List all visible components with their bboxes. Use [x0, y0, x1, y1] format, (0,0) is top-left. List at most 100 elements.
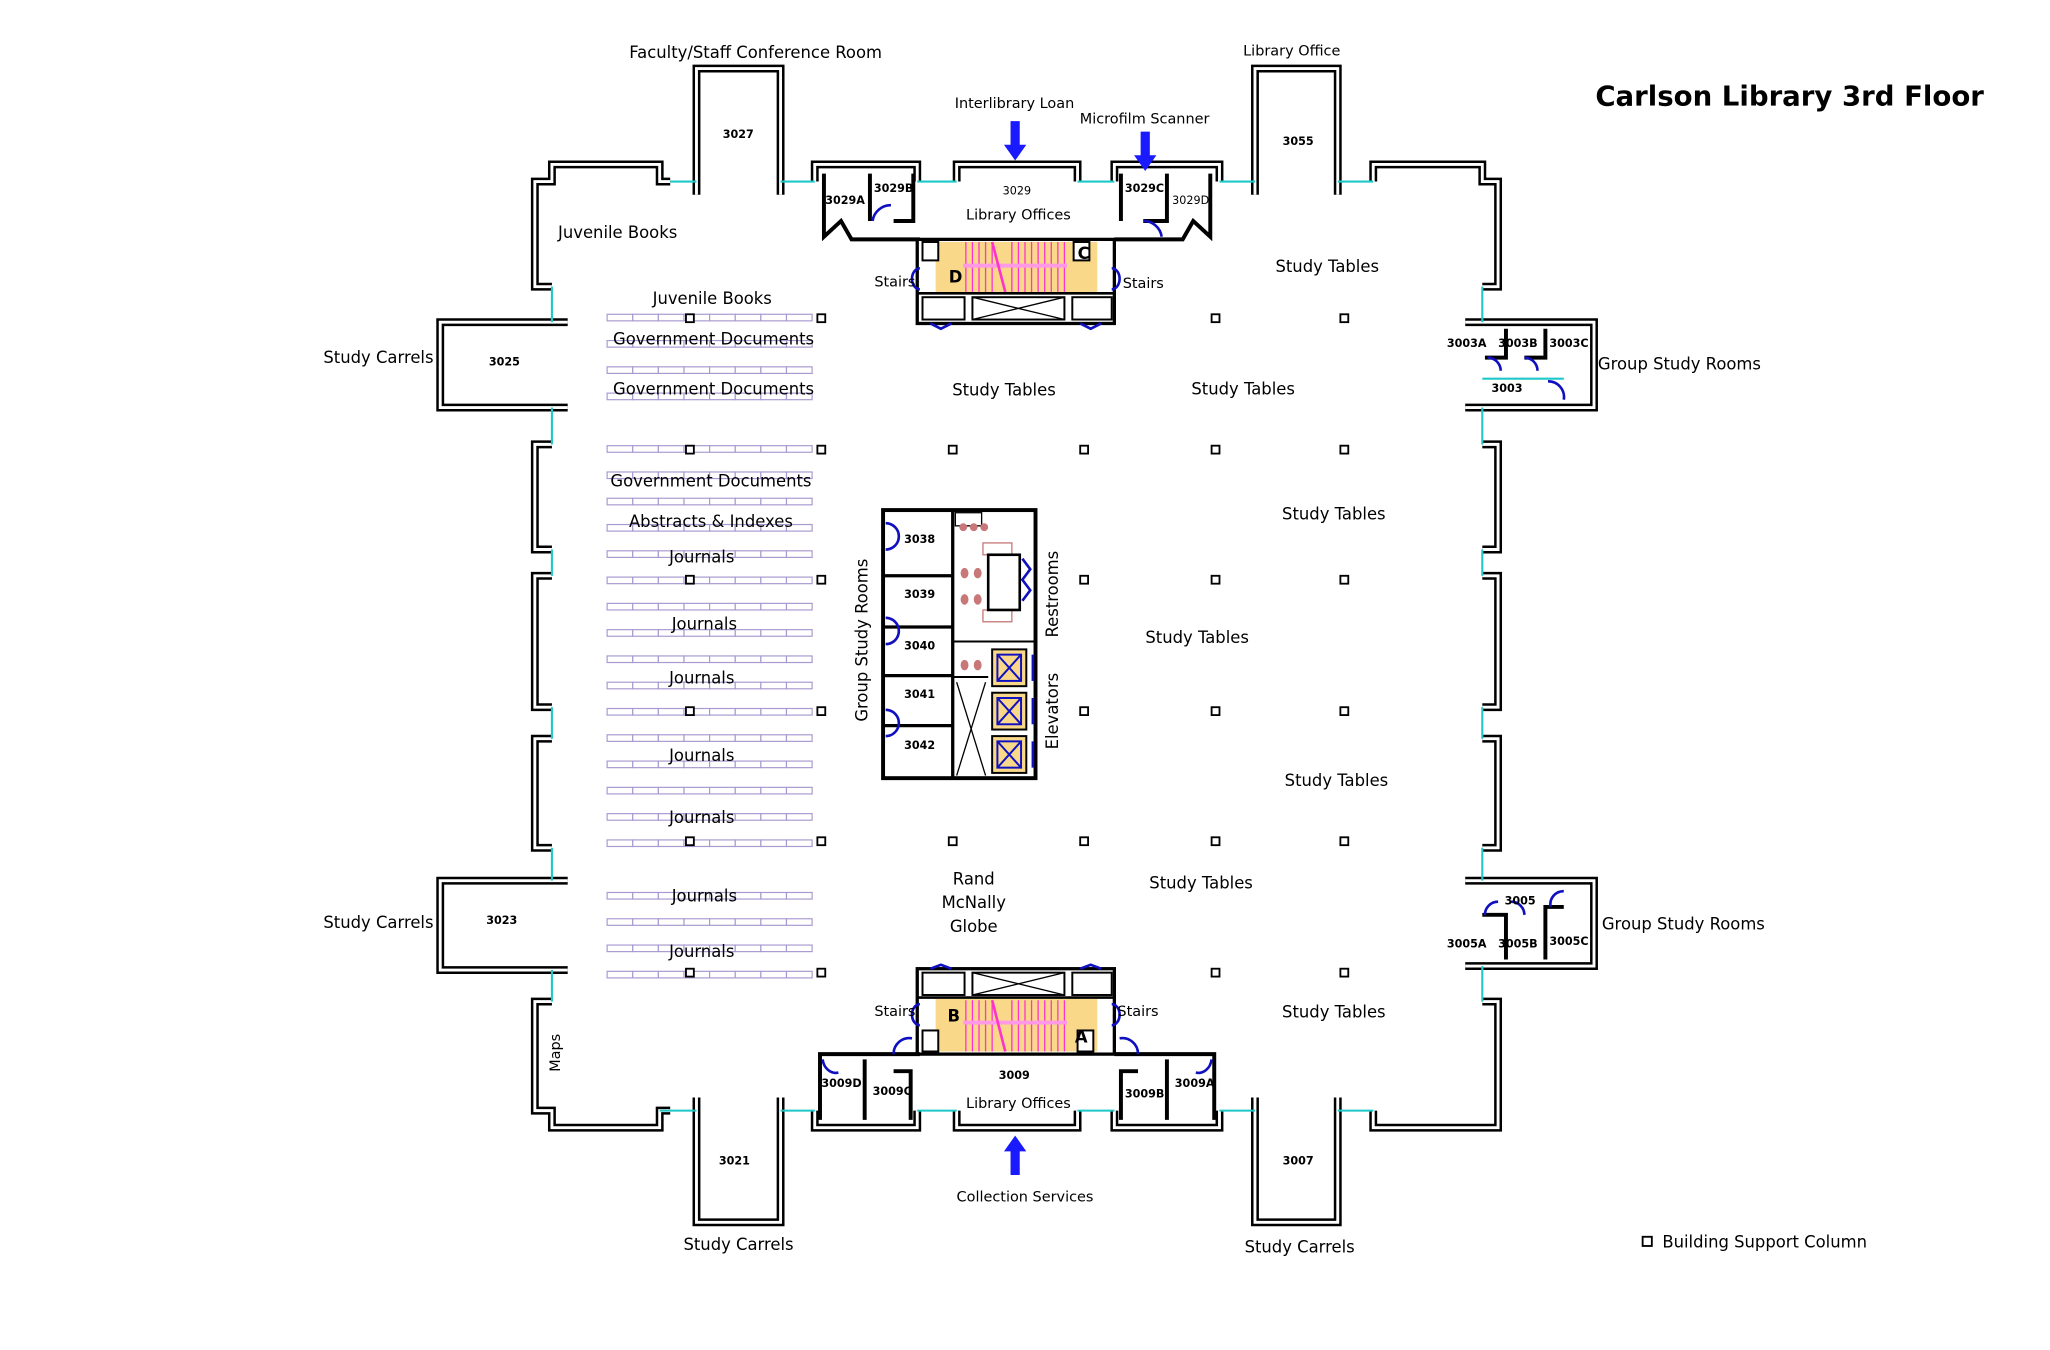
shelf-unit — [683, 497, 711, 506]
shelf-unit — [657, 970, 685, 979]
shelf-unit — [709, 918, 736, 926]
shelf-unit — [709, 497, 736, 506]
area-label: Microfilm Scanner — [1080, 112, 1210, 128]
shelf-unit — [606, 944, 634, 953]
support-column-icon — [816, 836, 827, 847]
area-label: Group Study Rooms — [1598, 354, 1761, 373]
room-number: 3021 — [719, 1155, 750, 1168]
wall — [1482, 571, 1503, 712]
stairwell-bottom — [910, 963, 1121, 1056]
room-number: 3003A — [1447, 337, 1487, 350]
area-label: Stairs — [874, 275, 915, 291]
shelf-unit — [606, 891, 634, 900]
support-column-icon — [685, 444, 695, 455]
area-label: Collection Services — [957, 1189, 1094, 1205]
wall — [952, 160, 1082, 182]
shelf-unit — [734, 629, 762, 637]
support-column-icon — [1210, 706, 1221, 716]
room-number: 3009A — [1175, 1077, 1215, 1090]
shelf-unit — [632, 734, 659, 742]
shelf-unit — [709, 786, 736, 795]
wall — [530, 440, 552, 554]
support-column-icon — [1210, 836, 1221, 847]
area-label: Study Carrels — [1245, 1238, 1355, 1257]
shelf-unit — [632, 918, 659, 926]
shelf-unit — [760, 891, 788, 900]
room-number: 3005A — [1447, 938, 1487, 951]
shelf-unit — [632, 602, 659, 611]
area-label: Group Study Rooms — [852, 559, 871, 722]
area-label: Restrooms — [1043, 551, 1062, 638]
shelf-unit — [734, 497, 762, 506]
shelf-unit — [734, 734, 762, 742]
shelf-unit — [632, 707, 659, 716]
room-number: 3003 — [1492, 382, 1523, 395]
area-label: Study Carrels — [683, 1235, 793, 1254]
shelf-unit — [760, 944, 788, 953]
shelf-unit — [785, 497, 813, 506]
area-label: Study Tables — [1149, 874, 1253, 893]
shelf-unit — [760, 313, 788, 322]
support-column-icon — [816, 313, 827, 324]
wall — [1369, 997, 1503, 1132]
shelf-unit — [657, 918, 685, 926]
shelf-unit — [785, 445, 813, 453]
room-number: 3023 — [486, 914, 517, 927]
shelf-unit — [709, 734, 736, 742]
area-label: Study Tables — [1145, 628, 1249, 647]
shelf-unit — [632, 550, 659, 558]
support-column-icon — [1339, 444, 1350, 455]
area-label: Study Tables — [1275, 257, 1379, 276]
arrow-up-icon — [1003, 1135, 1027, 1176]
area-label: Journals — [668, 669, 734, 688]
wall — [530, 734, 552, 852]
shelf-unit — [734, 313, 762, 322]
shelf-unit — [760, 602, 788, 611]
shelf-unit — [657, 655, 685, 664]
shelf-unit — [683, 786, 711, 795]
arrow-down-icon — [1003, 121, 1027, 161]
support-column-icon — [816, 706, 827, 716]
shelf-unit — [734, 707, 762, 716]
shelf-unit — [785, 970, 813, 979]
shelf-unit — [606, 629, 634, 637]
area-label: Government Documents — [613, 330, 814, 349]
shelf-unit — [785, 786, 813, 795]
area-label: Government Documents — [610, 471, 811, 490]
room-number: 3029D — [1172, 194, 1209, 207]
area-label: McNally — [942, 893, 1007, 912]
shelf-unit — [657, 734, 685, 742]
shelf-unit — [709, 576, 736, 585]
shelf-unit — [760, 918, 788, 926]
shelf-unit — [785, 655, 813, 664]
shelf-unit — [785, 366, 813, 375]
area-label: Maps — [548, 1034, 564, 1072]
shelf-unit — [734, 970, 762, 979]
legend: Building Support Column — [1641, 1232, 1867, 1251]
shelf-unit — [760, 707, 788, 716]
area-label: Study Carrels — [323, 913, 433, 932]
support-column-icon — [816, 967, 827, 978]
wall — [952, 1110, 1082, 1132]
wall — [530, 571, 552, 712]
support-column-icon — [1210, 444, 1221, 455]
room-number: 3029 — [1003, 185, 1031, 198]
shelf-unit — [785, 760, 813, 769]
area-label: Interlibrary Loan — [955, 96, 1075, 112]
area-label: Juvenile Books — [557, 223, 677, 242]
shelf-unit — [760, 497, 788, 506]
shelf-unit — [606, 550, 634, 558]
room-number: 3041 — [904, 688, 935, 701]
shelf-unit — [606, 497, 634, 506]
area-label: Rand — [953, 870, 995, 889]
area-label: Study Tables — [1282, 504, 1386, 523]
area-label: Journals — [668, 942, 734, 961]
stair-letter: C — [1078, 244, 1090, 263]
room-number: 3005 — [1505, 894, 1536, 907]
support-column-icon — [1210, 313, 1221, 324]
shelf-unit — [632, 786, 659, 795]
shelf-unit — [760, 760, 788, 769]
shelf-unit — [683, 655, 711, 664]
shelf-unit — [760, 445, 788, 453]
shelf-unit — [606, 655, 634, 664]
